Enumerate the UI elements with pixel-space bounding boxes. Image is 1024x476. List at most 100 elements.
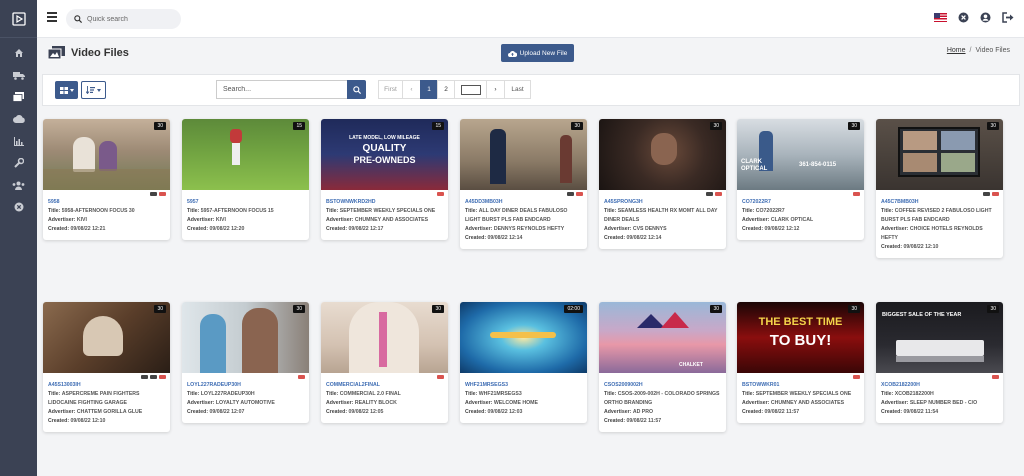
breadcrumb-home[interactable]: Home — [947, 47, 966, 54]
search-icon — [352, 85, 361, 94]
video-advertiser: AD PRO — [632, 409, 654, 415]
video-created: 09/08/22 12:05 — [348, 409, 384, 415]
sort-view-button[interactable] — [81, 81, 106, 99]
video-thumbnail[interactable]: 30 — [43, 119, 170, 190]
video-card[interactable]: LATE MODEL, LOW MILEAGE QUALITY PRE-OWNE… — [321, 119, 448, 240]
video-thumbnail[interactable]: 30 — [182, 302, 309, 373]
created-label: Created: — [604, 418, 626, 424]
title-label: Title: — [465, 391, 478, 397]
quick-search-input[interactable] — [87, 15, 172, 23]
video-title: SEPTEMBER WEEKLY SPECIALS ONE — [339, 208, 436, 214]
video-code[interactable]: LOYL227RADEUP30H — [187, 381, 304, 390]
video-thumbnail[interactable]: 02:00 — [460, 302, 587, 373]
video-code[interactable]: WHF21MRSEGS3 — [465, 381, 582, 390]
video-thumbnail[interactable]: 15 — [182, 119, 309, 190]
video-card[interactable]: 30 5958 Title: 5958-AFTERNOON FOCUS 30 A… — [43, 119, 170, 240]
video-created: 09/08/22 12:12 — [764, 226, 800, 232]
breadcrumb-current: Video Files — [975, 47, 1010, 54]
video-thumbnail[interactable]: LATE MODEL, LOW MILEAGE QUALITY PRE-OWNE… — [321, 119, 448, 190]
breadcrumb-separator: / — [969, 47, 972, 54]
pagination-prev[interactable]: ‹ — [402, 80, 421, 99]
video-code[interactable]: XCOB2182200H — [881, 381, 998, 390]
pagination-first[interactable]: First — [378, 80, 403, 99]
title-label: Title: — [465, 208, 478, 214]
video-card[interactable]: 30 A45DD3MB03H Title: ALL DAY DINER DEAL… — [460, 119, 587, 249]
sidebar-item-home[interactable] — [0, 42, 37, 64]
sidebar-item-delivery[interactable] — [0, 64, 37, 86]
video-card[interactable]: 30 A45SPRONG3H Title: SEAMLESS HEALTH RX… — [599, 119, 726, 249]
video-code[interactable]: A45SPRONG3H — [604, 198, 721, 207]
video-code[interactable]: 5958 — [48, 198, 165, 207]
caret-down-icon — [69, 88, 74, 92]
video-title: WHF21MRSEGS3 — [478, 391, 522, 397]
menu-toggle-icon[interactable] — [47, 12, 57, 24]
video-card[interactable]: BIGGEST SALE OF THE YEAR 30 XCOB2182200H… — [876, 302, 1003, 423]
video-thumbnail[interactable]: CHALKET 30 — [599, 302, 726, 373]
pagination-page-1[interactable]: 1 — [420, 80, 438, 99]
video-code[interactable]: CSOS2009002H — [604, 381, 721, 390]
sidebar-item-upload[interactable] — [0, 108, 37, 130]
flag-us-icon[interactable] — [934, 13, 947, 22]
created-label: Created: — [187, 226, 209, 232]
grid-view-icon — [59, 86, 68, 94]
created-label: Created: — [326, 409, 348, 415]
user-circle-icon[interactable] — [980, 12, 991, 23]
video-thumbnail[interactable]: 30 — [876, 119, 1003, 190]
list-view-icon — [86, 86, 95, 94]
pagination-goto-input[interactable] — [454, 80, 487, 99]
video-thumbnail[interactable]: THE BEST TIME TO BUY! 30 — [737, 302, 864, 373]
created-label: Created: — [742, 226, 764, 232]
video-code[interactable]: COMMERCIAL2FINAL — [326, 381, 443, 390]
sidebar-item-video-files[interactable] — [0, 86, 37, 108]
video-card[interactable]: 30 COMMERCIAL2FINAL Title: COMMERCIAL 2.… — [321, 302, 448, 423]
video-thumbnail[interactable]: 30 — [599, 119, 726, 190]
video-thumbnail[interactable]: 30 — [460, 119, 587, 190]
video-thumbnail[interactable]: CLARK OPTICAL 361-854-0115 30 — [737, 119, 864, 190]
video-created: 09/08/22 12:17 — [348, 226, 384, 232]
title-label: Title: — [604, 391, 617, 397]
video-thumbnail[interactable]: 30 — [321, 302, 448, 373]
video-card[interactable]: 30 A45S13003IH Title: ASPERCREME PAIN FI… — [43, 302, 170, 432]
close-circle-icon[interactable] — [958, 12, 969, 23]
pagination-next[interactable]: › — [486, 80, 505, 99]
cloud-icon — [12, 115, 25, 123]
sidebar-item-reports[interactable] — [0, 130, 37, 152]
grid-view-button[interactable] — [55, 81, 78, 99]
video-thumbnail[interactable]: BIGGEST SALE OF THE YEAR 30 — [876, 302, 1003, 373]
sidebar-item-close[interactable] — [0, 196, 37, 218]
video-card[interactable]: 15 5957 Title: 5957-AFTERNOON FOCUS 15 A… — [182, 119, 309, 240]
upload-new-file-button[interactable]: Upload New File — [501, 44, 574, 62]
created-label: Created: — [881, 409, 903, 415]
pagination-page-2[interactable]: 2 — [437, 80, 455, 99]
sidebar-item-tools[interactable] — [0, 152, 37, 174]
video-code[interactable]: BSTOWWKR01 — [742, 381, 859, 390]
search-button[interactable] — [347, 80, 366, 99]
sidebar-item-users[interactable] — [0, 174, 37, 196]
app-logo[interactable] — [0, 0, 37, 38]
video-created: 09/08/22 11:57 — [764, 409, 800, 415]
video-code[interactable]: A45DD3MB03H — [465, 198, 582, 207]
title-label: Title: — [326, 391, 339, 397]
duration-badge: 15 — [293, 122, 305, 130]
video-code[interactable]: A45C7BMB03H — [881, 198, 998, 207]
quick-search[interactable] — [66, 9, 181, 29]
video-card[interactable]: THE BEST TIME TO BUY! 30 BSTOWWKR01 Titl… — [737, 302, 864, 423]
video-code[interactable]: 5957 — [187, 198, 304, 207]
video-code[interactable]: A45S13003IH — [48, 381, 165, 390]
video-card[interactable]: 30 A45C7BMB03H Title: COFFEE REVISED 2 F… — [876, 119, 1003, 258]
pagination-last[interactable]: Last — [504, 80, 531, 99]
search-input[interactable] — [216, 80, 347, 99]
video-card[interactable]: CLARK OPTICAL 361-854-0115 30 CO72022R7 … — [737, 119, 864, 240]
video-card[interactable]: 30 LOYL227RADEUP30H Title: LOYL227RADEUP… — [182, 302, 309, 423]
video-created: 09/08/22 12:10 — [70, 418, 106, 424]
video-title: CO72022R7 — [755, 208, 785, 214]
video-code[interactable]: CO72022R7 — [742, 198, 859, 207]
duration-badge: 30 — [571, 122, 583, 130]
video-code[interactable]: BSTOWNWKRD2HD — [326, 198, 443, 207]
video-files-icon — [13, 92, 24, 102]
video-card[interactable]: 02:00 WHF21MRSEGS3 Title: WHF21MRSEGS3 A… — [460, 302, 587, 423]
logout-icon[interactable] — [1002, 12, 1014, 23]
video-card[interactable]: CHALKET 30 CSOS2009002H Title: CSOS-2009… — [599, 302, 726, 432]
created-label: Created: — [187, 409, 209, 415]
video-thumbnail[interactable]: 30 — [43, 302, 170, 373]
